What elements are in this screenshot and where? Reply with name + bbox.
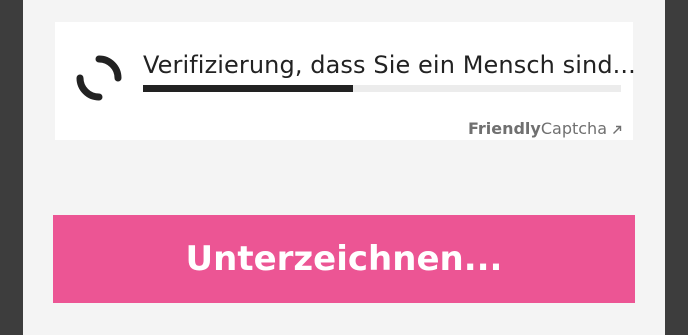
captcha-progress-bar bbox=[143, 85, 621, 92]
loading-spinner-icon bbox=[76, 55, 122, 101]
friendlycaptcha-link[interactable]: Friendly Captcha bbox=[468, 119, 622, 138]
sign-button[interactable]: Unterzeichnen... bbox=[53, 215, 635, 303]
external-link-icon bbox=[613, 125, 622, 134]
captcha-status-text: Verifizierung, dass Sie ein Mensch sind.… bbox=[143, 51, 636, 79]
brand-name-bold: Friendly bbox=[467, 119, 541, 138]
captcha-progress-fill bbox=[143, 85, 354, 92]
brand-name-regular: Captcha bbox=[540, 119, 607, 138]
form-panel: Verifizierung, dass Sie ein Mensch sind.… bbox=[23, 0, 665, 335]
captcha-widget: Verifizierung, dass Sie ein Mensch sind.… bbox=[55, 22, 636, 140]
